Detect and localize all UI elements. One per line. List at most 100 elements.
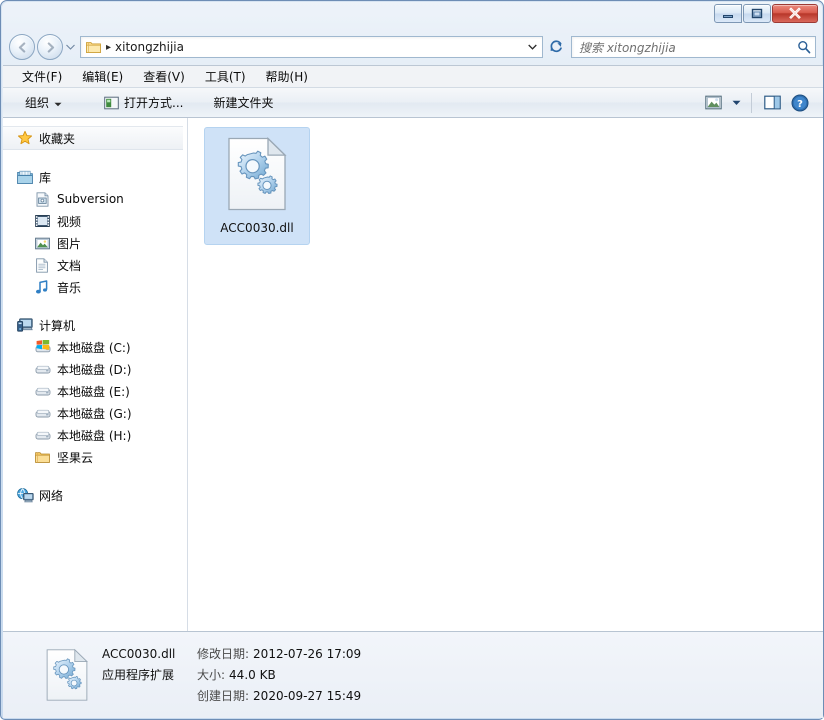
- dll-file-icon: [38, 648, 96, 702]
- sidebar-item-computer[interactable]: 计算机: [3, 314, 187, 336]
- sidebar-item-drive-e[interactable]: 本地磁盘 (E:): [3, 380, 187, 402]
- sidebar-label-drive-h: 本地磁盘 (H:): [57, 428, 132, 443]
- network-icon: [17, 487, 35, 503]
- menu-item-help[interactable]: 帮助(H): [257, 67, 317, 87]
- explorer-content: 收藏夹 库 Subversion 视频 图片 文档 音乐 计算机 本地磁盘 (C…: [3, 118, 823, 631]
- open-with-icon: [104, 96, 119, 110]
- sidebar-label-favorites: 收藏夹: [39, 131, 76, 146]
- sidebar-item-documents[interactable]: 文档: [3, 254, 187, 276]
- drive-icon: [35, 363, 53, 375]
- details-row-size: 应用程序扩展 大小: 44.0 KB: [102, 665, 361, 686]
- sidebar-item-subversion[interactable]: Subversion: [3, 188, 187, 210]
- sidebar-label-nutstore: 坚果云: [57, 450, 94, 465]
- documents-icon: [35, 257, 53, 273]
- sidebar-item-drive-c[interactable]: 本地磁盘 (C:): [3, 336, 187, 358]
- preview-pane-icon[interactable]: [759, 91, 785, 115]
- sidebar-label-drive-e: 本地磁盘 (E:): [57, 384, 130, 399]
- breadcrumb-path[interactable]: xitongzhijia: [115, 40, 184, 54]
- sidebar-label-network: 网络: [39, 488, 64, 503]
- sidebar-item-libraries[interactable]: 库: [3, 166, 187, 188]
- subversion-icon: [35, 191, 53, 207]
- title-bar[interactable]: [1, 1, 824, 31]
- new-folder-button[interactable]: 新建文件夹: [205, 92, 281, 114]
- details-created-value: 2020-09-27 15:49: [253, 688, 362, 703]
- search-icon[interactable]: [793, 40, 815, 54]
- help-icon[interactable]: ?: [787, 91, 813, 115]
- details-row-created: 创建日期: 2020-09-27 15:49: [102, 686, 361, 707]
- system-drive-icon: [35, 340, 53, 354]
- open-with-label: 打开方式...: [124, 96, 184, 110]
- toolbar-right-group: ?: [700, 91, 813, 115]
- details-modified-label: 修改日期:: [197, 646, 250, 661]
- details-info: ACC0030.dll 修改日期: 2012-07-26 17:09 应用程序扩…: [102, 644, 361, 707]
- computer-icon: [17, 318, 35, 332]
- toolbar-divider: [751, 92, 752, 113]
- sidebar-label-documents: 文档: [57, 258, 82, 273]
- details-size-value: 44.0 KB: [229, 667, 276, 682]
- star-icon: [17, 130, 35, 146]
- sidebar-label-computer: 计算机: [39, 318, 76, 333]
- details-row-modified: ACC0030.dll 修改日期: 2012-07-26 17:09: [102, 644, 361, 665]
- sidebar-label-drive-d: 本地磁盘 (D:): [57, 362, 132, 377]
- sidebar-item-pictures[interactable]: 图片: [3, 232, 187, 254]
- file-item-acc0030[interactable]: ACC0030.dll: [204, 127, 310, 245]
- sidebar-label-videos: 视频: [57, 214, 82, 229]
- minimize-button[interactable]: [714, 4, 742, 23]
- menu-bar: 文件(F) 编辑(E) 查看(V) 工具(T) 帮助(H): [3, 65, 823, 87]
- sidebar-item-nutstore[interactable]: 坚果云: [3, 446, 187, 468]
- close-button[interactable]: [772, 4, 818, 23]
- sidebar-label-drive-g: 本地磁盘 (G:): [57, 406, 132, 421]
- menu-item-file[interactable]: 文件(F): [13, 67, 71, 87]
- refresh-button[interactable]: [545, 36, 567, 58]
- forward-button[interactable]: [37, 34, 63, 60]
- organize-label: 组织: [25, 96, 50, 110]
- breadcrumb-separator: ▸: [106, 41, 112, 53]
- details-pane: ACC0030.dll 修改日期: 2012-07-26 17:09 应用程序扩…: [3, 631, 823, 718]
- sidebar-label-libraries: 库: [39, 170, 52, 185]
- command-toolbar: 组织 打开方式... 新建文件夹 ?: [3, 87, 823, 118]
- change-view-caret[interactable]: [728, 91, 744, 115]
- sidebar-item-favorites[interactable]: 收藏夹: [3, 126, 183, 150]
- chevron-down-icon: [54, 96, 62, 110]
- sidebar-item-drive-d[interactable]: 本地磁盘 (D:): [3, 358, 187, 380]
- file-label: ACC0030.dll: [220, 221, 294, 235]
- open-with-button[interactable]: 打开方式...: [96, 92, 191, 114]
- drive-icon: [35, 407, 53, 419]
- sidebar-item-network[interactable]: 网络: [3, 484, 187, 506]
- maximize-button[interactable]: [743, 4, 771, 23]
- sidebar-item-music[interactable]: 音乐: [3, 276, 187, 298]
- pictures-icon: [35, 237, 53, 250]
- sidebar-group-computer: 计算机 本地磁盘 (C:) 本地磁盘 (D:) 本地磁盘 (E:) 本地磁盘 (…: [3, 314, 187, 468]
- search-box[interactable]: 搜索 xitongzhijia: [571, 36, 816, 58]
- folder-icon: [86, 41, 101, 54]
- menu-item-tools[interactable]: 工具(T): [196, 67, 255, 87]
- sidebar-label-drive-c: 本地磁盘 (C:): [57, 340, 131, 355]
- organize-button[interactable]: 组织: [17, 92, 70, 114]
- explorer-window: ▸ xitongzhijia 搜索 xitongzhijia 文件(F) 编辑(…: [0, 0, 824, 720]
- music-icon: [35, 279, 53, 295]
- sidebar-label-pictures: 图片: [57, 236, 82, 251]
- details-modified-value: 2012-07-26 17:09: [253, 646, 362, 661]
- details-file-name: ACC0030.dll: [102, 646, 176, 661]
- menu-item-view[interactable]: 查看(V): [134, 67, 194, 87]
- drive-icon: [35, 429, 53, 441]
- menu-item-edit[interactable]: 编辑(E): [73, 67, 132, 87]
- file-list-pane[interactable]: ACC0030.dll: [188, 118, 823, 631]
- change-view-icon[interactable]: [700, 91, 726, 115]
- address-bar-row: ▸ xitongzhijia 搜索 xitongzhijia: [1, 31, 824, 63]
- dll-file-icon: [226, 136, 288, 215]
- navigation-pane[interactable]: 收藏夹 库 Subversion 视频 图片 文档 音乐 计算机 本地磁盘 (C…: [3, 118, 188, 631]
- search-input[interactable]: 搜索 xitongzhijia: [572, 39, 793, 56]
- chevron-down-icon[interactable]: [524, 37, 541, 57]
- sidebar-item-videos[interactable]: 视频: [3, 210, 187, 232]
- library-icon: [17, 170, 35, 185]
- sidebar-item-drive-g[interactable]: 本地磁盘 (G:): [3, 402, 187, 424]
- sidebar-item-drive-h[interactable]: 本地磁盘 (H:): [3, 424, 187, 446]
- address-bar[interactable]: ▸ xitongzhijia: [80, 36, 543, 58]
- recent-locations-button[interactable]: [64, 37, 76, 57]
- video-icon: [35, 214, 53, 228]
- back-button[interactable]: [9, 34, 35, 60]
